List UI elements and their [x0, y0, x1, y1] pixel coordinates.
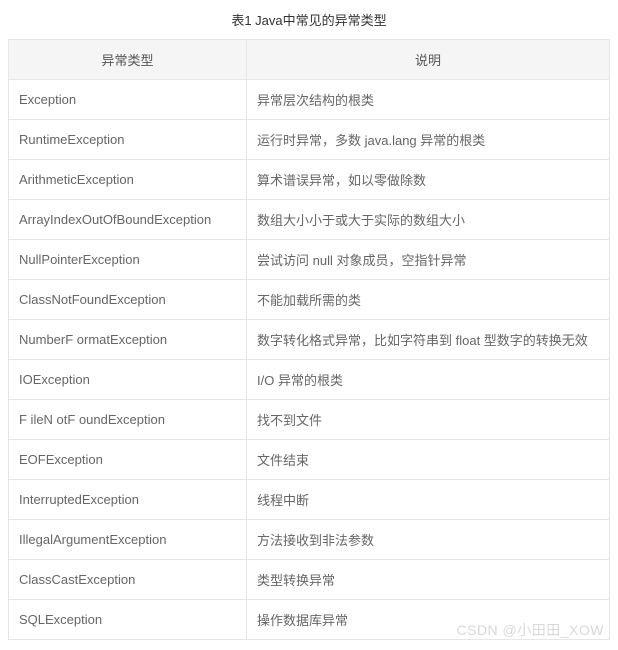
cell-type: IOException: [9, 360, 247, 400]
cell-type: F ileN otF oundException: [9, 400, 247, 440]
cell-type: IllegalArgumentException: [9, 520, 247, 560]
cell-type: ClassCastException: [9, 560, 247, 600]
cell-type: ClassNotFoundException: [9, 280, 247, 320]
table-row: RuntimeException运行时异常，多数 java.lang 异常的根类: [9, 120, 610, 160]
table-row: ArrayIndexOutOfBoundException数组大小小于或大于实际…: [9, 200, 610, 240]
table-row: ArithmeticException算术谱误异常，如以零做除数: [9, 160, 610, 200]
cell-desc: 类型转换异常: [247, 560, 610, 600]
table-header-row: 异常类型 说明: [9, 40, 610, 80]
table-row: F ileN otF oundException找不到文件: [9, 400, 610, 440]
table-row: InterruptedException线程中断: [9, 480, 610, 520]
table-row: SQLException操作数据库异常: [9, 600, 610, 640]
cell-type: NullPointerException: [9, 240, 247, 280]
cell-type: InterruptedException: [9, 480, 247, 520]
table-row: IOExceptionI/O 异常的根类: [9, 360, 610, 400]
cell-desc: 找不到文件: [247, 400, 610, 440]
cell-desc: 尝试访问 null 对象成员，空指针异常: [247, 240, 610, 280]
table-caption: 表1 Java中常见的异常类型: [8, 10, 610, 29]
cell-type: ArrayIndexOutOfBoundException: [9, 200, 247, 240]
cell-type: EOFException: [9, 440, 247, 480]
cell-desc: 文件结束: [247, 440, 610, 480]
cell-type: NumberF ormatException: [9, 320, 247, 360]
cell-desc: 算术谱误异常，如以零做除数: [247, 160, 610, 200]
header-desc: 说明: [247, 40, 610, 80]
exception-table: 异常类型 说明 Exception异常层次结构的根类RuntimeExcepti…: [8, 39, 610, 640]
table-row: ClassNotFoundException不能加载所需的类: [9, 280, 610, 320]
cell-type: Exception: [9, 80, 247, 120]
cell-desc: 数组大小小于或大于实际的数组大小: [247, 200, 610, 240]
cell-desc: 线程中断: [247, 480, 610, 520]
cell-desc: I/O 异常的根类: [247, 360, 610, 400]
cell-desc: 操作数据库异常: [247, 600, 610, 640]
table-row: NumberF ormatException数字转化格式异常，比如字符串到 fl…: [9, 320, 610, 360]
table-row: Exception异常层次结构的根类: [9, 80, 610, 120]
cell-desc: 方法接收到非法参数: [247, 520, 610, 560]
cell-desc: 不能加载所需的类: [247, 280, 610, 320]
cell-desc: 运行时异常，多数 java.lang 异常的根类: [247, 120, 610, 160]
cell-type: SQLException: [9, 600, 247, 640]
table-row: IllegalArgumentException方法接收到非法参数: [9, 520, 610, 560]
cell-desc: 数字转化格式异常，比如字符串到 float 型数字的转换无效: [247, 320, 610, 360]
table-row: NullPointerException尝试访问 null 对象成员，空指针异常: [9, 240, 610, 280]
table-row: EOFException文件结束: [9, 440, 610, 480]
table-row: ClassCastException类型转换异常: [9, 560, 610, 600]
cell-type: ArithmeticException: [9, 160, 247, 200]
cell-desc: 异常层次结构的根类: [247, 80, 610, 120]
header-type: 异常类型: [9, 40, 247, 80]
cell-type: RuntimeException: [9, 120, 247, 160]
